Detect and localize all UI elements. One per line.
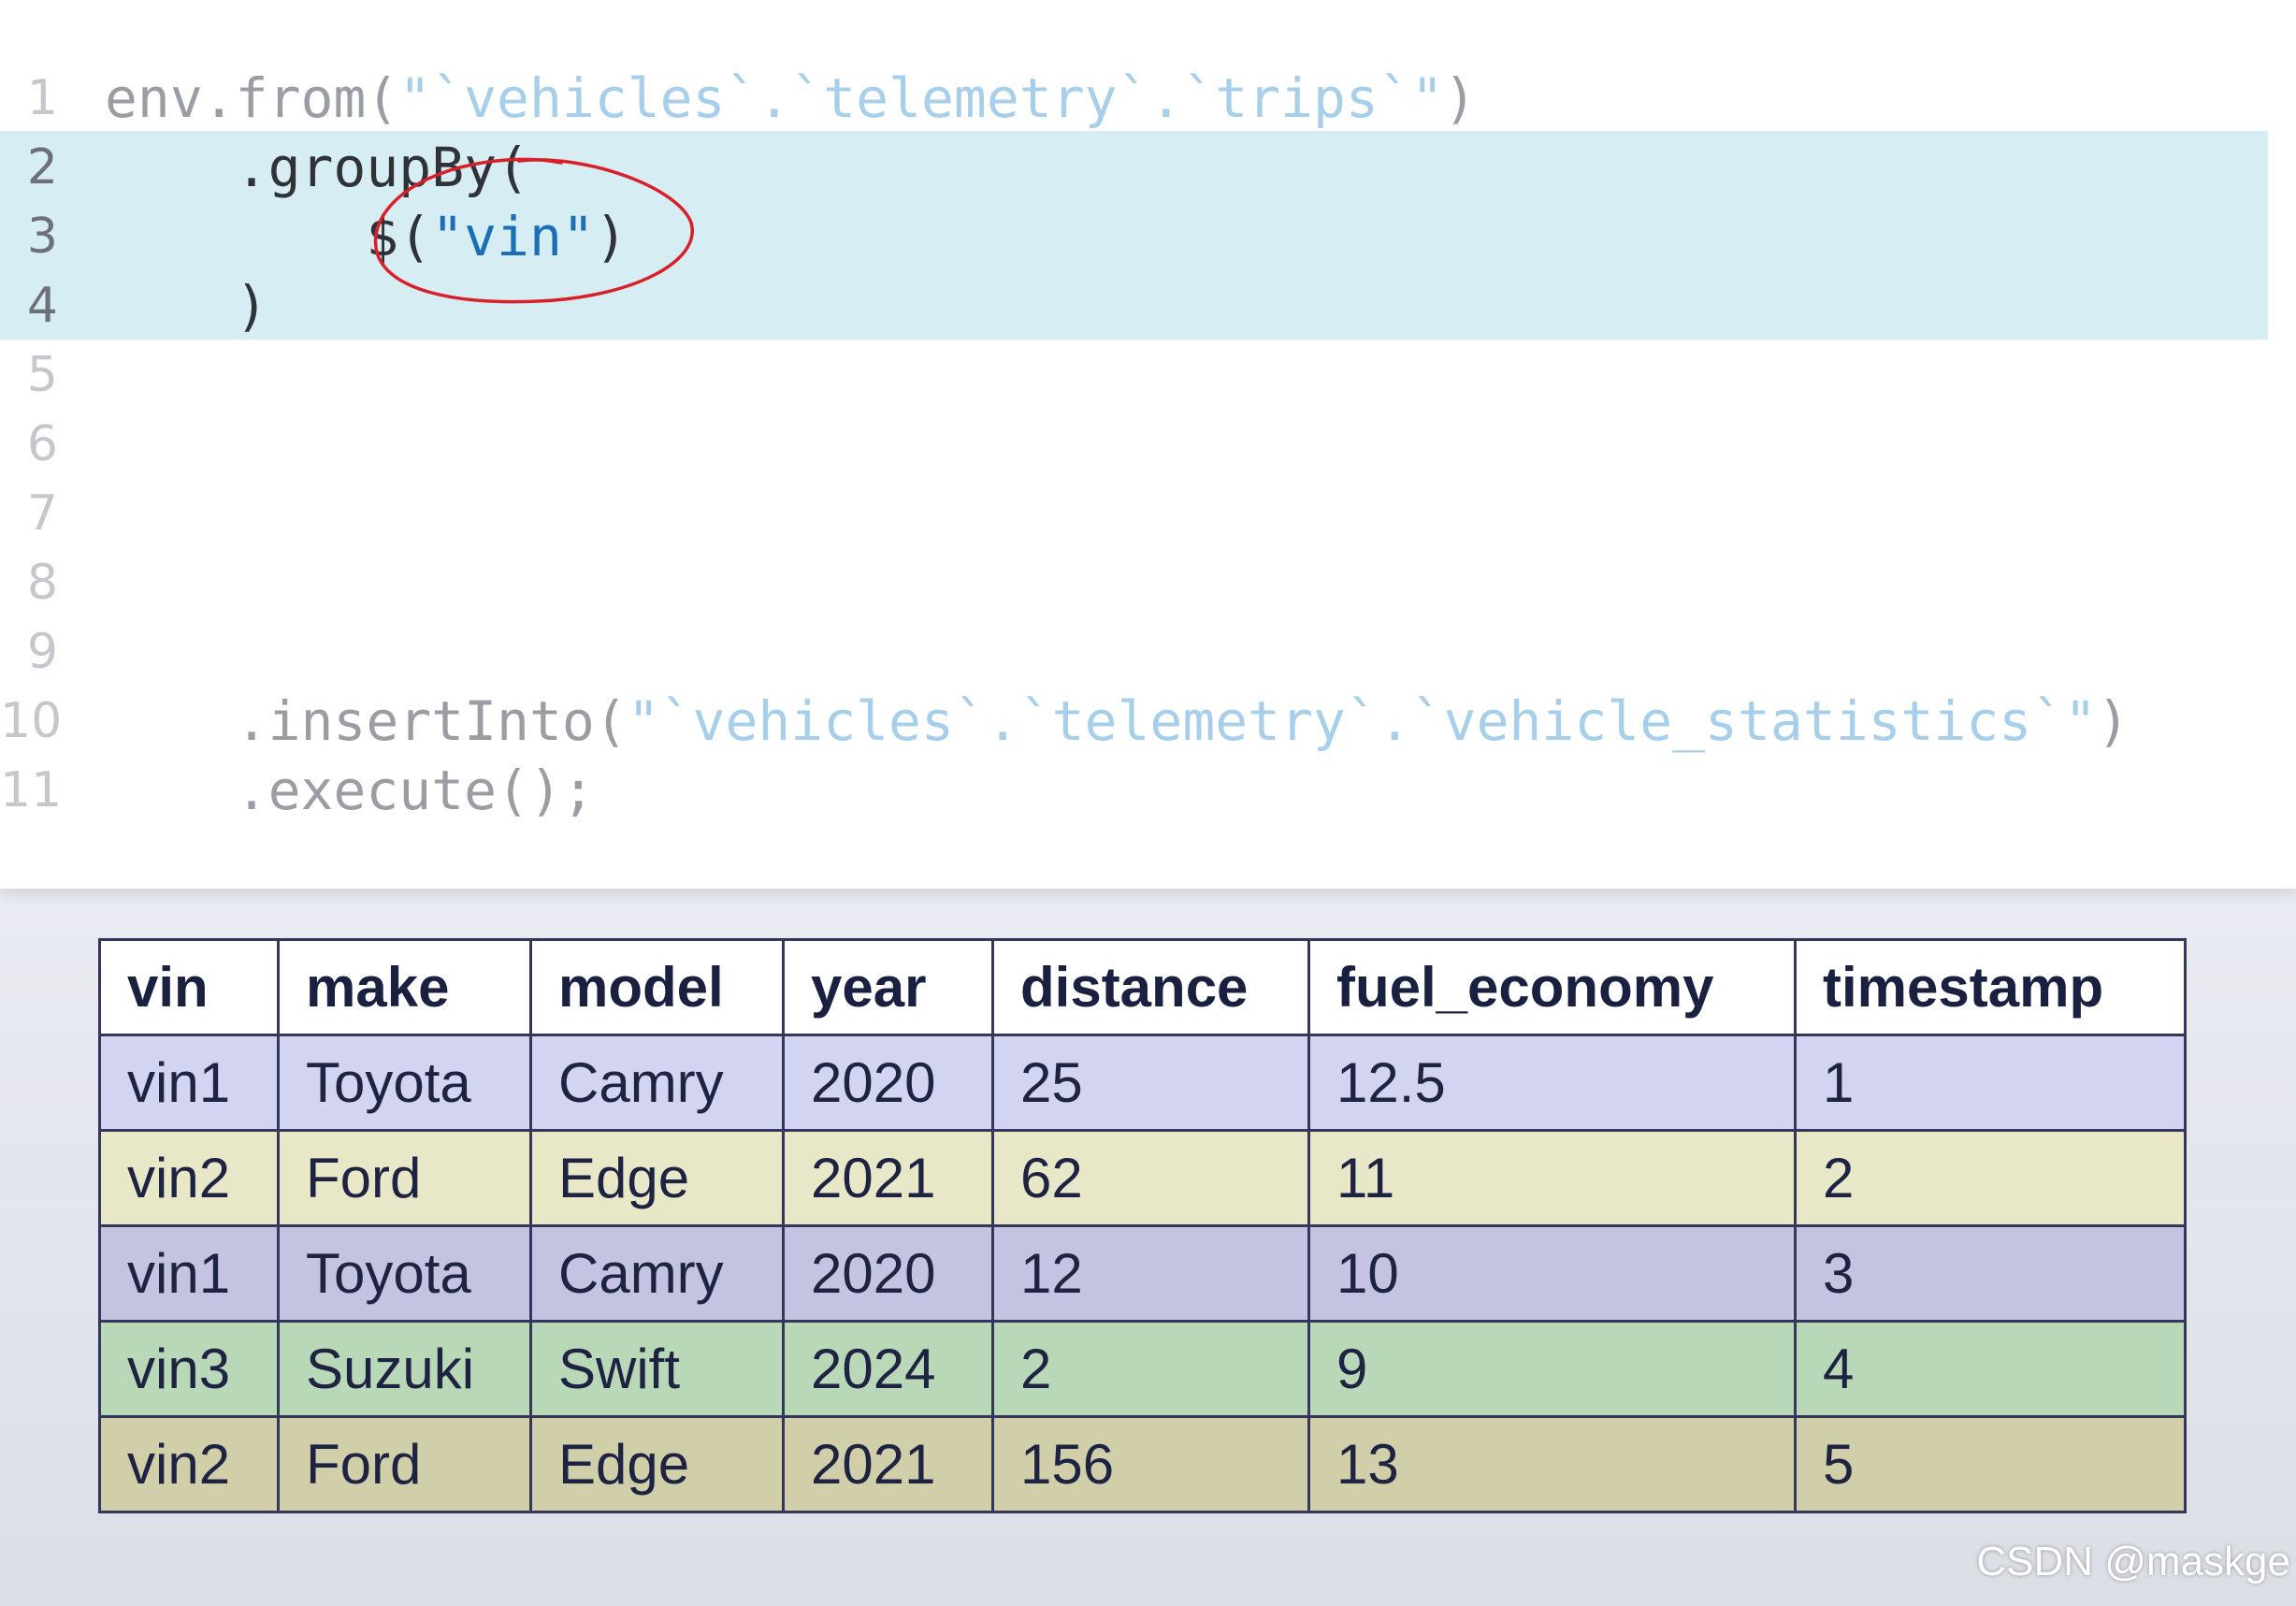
cell-fuel-economy: 11	[1307, 1129, 1797, 1227]
code-text: .insertInto("`vehicles`.`telemetry`.`veh…	[105, 689, 2130, 753]
cell-vin: vin1	[98, 1224, 280, 1323]
cell-fuel-economy: 12.5	[1307, 1034, 1797, 1132]
line-number: 2	[26, 139, 58, 195]
header-model: model	[529, 938, 785, 1036]
table-row: vin2 Ford Edge 2021 156 13 5	[98, 1415, 2187, 1513]
cell-distance: 62	[991, 1129, 1310, 1227]
header-timestamp: timestamp	[1794, 938, 2187, 1036]
code-editor: 1 env.from("`vehicles`.`telemetry`.`trip…	[0, 0, 2296, 889]
cell-model: Edge	[529, 1415, 785, 1513]
line-number: 11	[0, 762, 63, 818]
cell-model: Camry	[529, 1034, 785, 1132]
header-distance: distance	[991, 938, 1310, 1036]
code-line-9: 9	[0, 617, 2296, 687]
line-number: 7	[26, 485, 58, 542]
code-line-7: 7	[0, 479, 2296, 548]
code-line-10: 10 .insertInto("`vehicles`.`telemetry`.`…	[0, 687, 2296, 756]
cell-make: Suzuki	[277, 1320, 532, 1418]
line-number: 1	[26, 70, 58, 126]
cell-vin: vin1	[98, 1034, 280, 1132]
cell-make: Toyota	[277, 1224, 532, 1323]
table-header-row: vin make model year distance fuel_econom…	[98, 938, 2187, 1036]
table-row: vin1 Toyota Camry 2020 12 10 3	[98, 1224, 2187, 1323]
cell-model: Camry	[529, 1224, 785, 1323]
header-year: year	[782, 938, 994, 1036]
table-row: vin1 Toyota Camry 2020 25 12.5 1	[98, 1034, 2187, 1132]
line-number: 8	[26, 555, 58, 611]
cell-make: Ford	[277, 1415, 532, 1513]
cell-year: 2024	[782, 1320, 994, 1418]
line-number: 6	[26, 416, 58, 472]
cell-timestamp: 3	[1794, 1224, 2187, 1323]
cell-model: Swift	[529, 1320, 785, 1418]
cell-year: 2020	[782, 1224, 994, 1323]
table-row: vin3 Suzuki Swift 2024 2 9 4	[98, 1320, 2187, 1418]
watermark: CSDN @maskge	[1976, 1539, 2290, 1584]
line-number: 10	[0, 693, 63, 749]
cell-timestamp: 1	[1794, 1034, 2187, 1132]
code-line-2: 2 .groupBy(	[0, 133, 2296, 202]
cell-fuel-economy: 13	[1307, 1415, 1797, 1513]
cell-year: 2021	[782, 1415, 994, 1513]
cell-distance: 12	[991, 1224, 1310, 1323]
code-line-6: 6	[0, 410, 2296, 479]
cell-year: 2021	[782, 1129, 994, 1227]
line-number: 5	[26, 347, 58, 403]
cell-timestamp: 4	[1794, 1320, 2187, 1418]
cell-fuel-economy: 10	[1307, 1224, 1797, 1323]
code-text: )	[105, 274, 268, 338]
line-number: 3	[26, 209, 58, 265]
code-line-3: 3 $("vin")	[0, 202, 2296, 271]
red-annotation-circle	[373, 157, 694, 304]
code-line-5: 5	[0, 340, 2296, 410]
code-line-4: 4 )	[0, 271, 2296, 340]
cell-make: Ford	[277, 1129, 532, 1227]
cell-timestamp: 5	[1794, 1415, 2187, 1513]
cell-vin: vin2	[98, 1415, 280, 1513]
code-line-11: 11 .execute();	[0, 756, 2296, 825]
cell-timestamp: 2	[1794, 1129, 2187, 1227]
cell-fuel-economy: 9	[1307, 1320, 1797, 1418]
header-make: make	[277, 938, 532, 1036]
trips-table: vin make model year distance fuel_econom…	[98, 938, 2187, 1513]
line-number: 4	[26, 278, 58, 334]
cell-make: Toyota	[277, 1034, 532, 1132]
code-text: env.from("`vehicles`.`telemetry`.`trips`…	[105, 66, 1477, 130]
header-fuel-economy: fuel_economy	[1307, 938, 1797, 1036]
code-line-8: 8	[0, 548, 2296, 617]
table-row: vin2 Ford Edge 2021 62 11 2	[98, 1129, 2187, 1227]
cell-distance: 156	[991, 1415, 1310, 1513]
header-vin: vin	[98, 938, 280, 1036]
cell-year: 2020	[782, 1034, 994, 1132]
cell-distance: 2	[991, 1320, 1310, 1418]
cell-vin: vin3	[98, 1320, 280, 1418]
line-number: 9	[26, 624, 58, 680]
code-text: .execute();	[105, 759, 595, 822]
cell-model: Edge	[529, 1129, 785, 1227]
code-line-1: 1 env.from("`vehicles`.`telemetry`.`trip…	[0, 64, 2296, 133]
cell-vin: vin2	[98, 1129, 280, 1227]
cell-distance: 25	[991, 1034, 1310, 1132]
